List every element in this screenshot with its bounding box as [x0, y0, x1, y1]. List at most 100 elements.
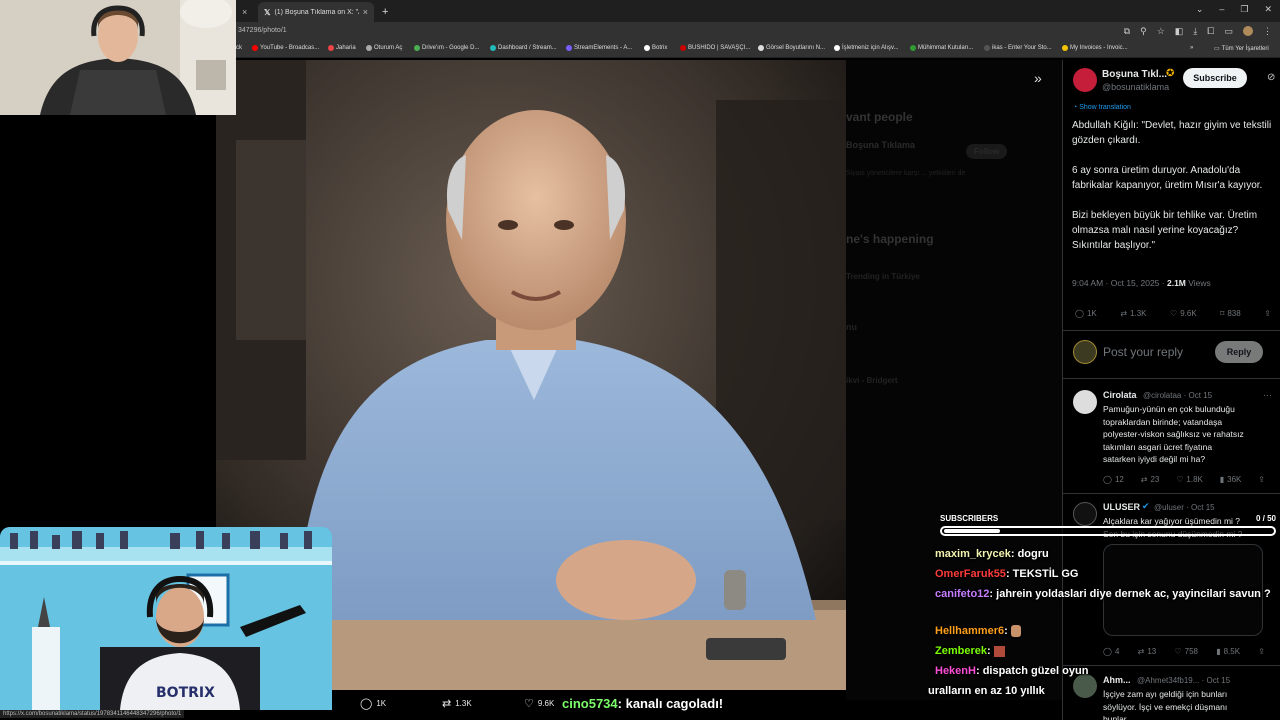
tweet-meta: 9:04 AM · Oct 15, 2025 · 2.1M Views — [1072, 278, 1211, 288]
subscribers-count: 0 / 50 — [1255, 514, 1276, 523]
reply-handle: @cirolataa · Oct 15 — [1143, 391, 1213, 400]
chat-message: uralların en az 10 yıllık — [928, 683, 1268, 700]
chat-username: OmerFaruk55 — [935, 568, 1006, 580]
emote-icon — [1010, 625, 1021, 638]
bookmark-item[interactable]: Drive'ım - Google D... — [414, 45, 480, 51]
cast-icon[interactable]: ⧉ — [1124, 26, 1130, 37]
bookmarks-more-button[interactable]: » — [1190, 45, 1193, 51]
tab-close-icon[interactable]: × — [363, 7, 368, 17]
chevron-down-icon[interactable]: ⌄ — [1196, 4, 1204, 15]
maximize-icon[interactable]: ❐ — [1240, 4, 1248, 15]
comment-icon: ◯ — [1075, 309, 1084, 318]
bookmark-item[interactable]: ck — [236, 45, 242, 51]
tweet-timestamp[interactable]: 9:04 AM · Oct 15, 2025 · — [1072, 278, 1165, 288]
views-action[interactable]: ▮ 36K — [1220, 475, 1242, 484]
retweet-icon: ⇄ — [442, 698, 452, 710]
retweet-action[interactable]: ⇄ 1.3K — [442, 697, 472, 710]
folder-icon: ▭ — [1214, 46, 1220, 52]
chat-text: : dispatch güzel oyun — [975, 665, 1089, 677]
grok-icon[interactable]: ⊘ — [1267, 72, 1275, 83]
emote-icon — [993, 645, 1005, 657]
heart-icon: ♡ — [1176, 475, 1184, 484]
chat-message: maxim_krycek: dogru — [935, 546, 1275, 563]
reply-input[interactable]: Post your reply — [1103, 345, 1183, 359]
zoom-icon[interactable]: ⚲ — [1140, 26, 1147, 37]
subscribers-label: SUBSCRIBERS — [940, 514, 999, 523]
browser-tab-previous[interactable]: × — [236, 2, 256, 22]
collapse-panel-icon[interactable]: » — [1034, 70, 1042, 86]
reply-author[interactable]: Cirolata — [1103, 390, 1137, 400]
chat-username: maxim_krycek — [935, 548, 1011, 560]
like-action[interactable]: ♡ 1.8K — [1176, 475, 1203, 484]
share-icon: ⇪ — [1258, 475, 1265, 484]
tweet-actions: ◯ 1K ⇄ 1.3K ♡ 9.6K ⌑ 838 ⇪ — [1075, 309, 1271, 318]
alert-text: : kanalı cagoladı! — [617, 696, 724, 711]
profile-avatar[interactable] — [1243, 26, 1253, 36]
retweet-action[interactable]: ⇄ 23 — [1141, 475, 1160, 484]
bookmark-item[interactable]: Dashboard / Stream... — [490, 45, 557, 51]
chat-text: : — [986, 645, 991, 657]
all-bookmarks-folder[interactable]: ▭ Tüm Yer İşaretleri — [1214, 45, 1269, 53]
divider — [1063, 493, 1280, 494]
browser-tab-active[interactable]: 𝕏 (1) Boşuna Tıklama on X: "Abdu × — [258, 2, 374, 22]
bookmark-item[interactable]: BUSHIDO | SAVAŞÇI... — [680, 45, 750, 51]
puzzle-icon[interactable]: ⧠ — [1207, 26, 1214, 37]
dim-text: Boşuna Tıklama — [846, 140, 916, 150]
star-icon[interactable]: ☆ — [1157, 26, 1165, 37]
bookmark-icon: ⌑ — [1220, 309, 1225, 318]
chat-message: canifeto12: jahrein yoldaslari diye dern… — [935, 586, 1275, 603]
bookmark-item[interactable]: StreamElements - A... — [566, 45, 632, 51]
views-label: Views — [1188, 278, 1211, 288]
reply-author[interactable]: ULUSER — [1103, 502, 1140, 512]
svg-text:BOTRIX: BOTRIX — [156, 685, 215, 701]
menu-kebab-icon[interactable]: ⋮ — [1263, 26, 1272, 37]
chat-message: Hellhammer6: — [935, 623, 1275, 640]
bookmarks-bar: ck YouTube - Broadcas... Jaharia Oturum … — [236, 42, 1280, 58]
webcam-guest — [0, 0, 236, 115]
bookmark-item[interactable]: ikas - Enter Your Sto... — [984, 45, 1052, 51]
bookmark-item[interactable]: Jaharia — [328, 45, 356, 51]
share-action[interactable]: ⇪ — [1258, 475, 1265, 484]
like-action[interactable]: ♡ 9.6K — [1170, 309, 1197, 318]
bookmark-item[interactable]: YouTube - Broadcas... — [252, 45, 319, 51]
author-name[interactable]: Boşuna Tıkl... — [1102, 69, 1167, 80]
chart-icon: ▮ — [1219, 475, 1225, 484]
dim-text: ikvi - Bridgert — [846, 376, 898, 385]
extension-icon[interactable]: ◧ — [1175, 26, 1184, 37]
retweet-icon: ⇄ — [1140, 475, 1148, 484]
dim-heading: vant people — [846, 110, 913, 124]
view-count: 2.1M — [1166, 278, 1186, 288]
share-action[interactable]: ⇪ — [1264, 309, 1271, 318]
new-tab-button[interactable]: + — [376, 2, 394, 22]
address-bar[interactable]: 347296/photo/1 ⧉ ⚲ ☆ ◧ ⤓ ⧠ ▭ ⋮ — [236, 22, 1280, 42]
close-window-icon[interactable]: ✕ — [1264, 4, 1272, 15]
bookmark-item[interactable]: My Invoices - Invoic... — [1062, 45, 1128, 51]
author-avatar[interactable] — [1073, 68, 1097, 92]
chat-username: Hellhammer6 — [935, 625, 1005, 637]
subscribe-button[interactable]: Subscribe — [1183, 68, 1247, 88]
bookmark-action[interactable]: ⌑ 838 — [1220, 309, 1240, 318]
bookmark-item[interactable]: Oturum Aç — [366, 45, 402, 51]
reply-action[interactable]: ◯ 1K — [1075, 309, 1097, 318]
reply-action[interactable]: ◯ 12 — [1103, 475, 1124, 484]
tab-close-icon[interactable]: × — [242, 7, 247, 17]
reply-avatar[interactable] — [1073, 390, 1097, 414]
comment-icon: ◯ — [1103, 475, 1112, 484]
bookmark-item[interactable]: Mühimmat Kutuları... — [910, 45, 973, 51]
show-translation-link[interactable]: ◔ Show translation — [1073, 104, 1131, 111]
bookmark-item[interactable]: Botrix — [644, 45, 667, 51]
like-action[interactable]: ♡ 9.6K — [524, 697, 554, 710]
more-icon[interactable]: ··· — [1263, 390, 1272, 400]
download-icon[interactable]: ⤓ — [1193, 26, 1197, 37]
bookmark-item[interactable]: İşletmeniz için Alışv... — [834, 45, 899, 51]
reply-button[interactable]: Reply — [1215, 341, 1263, 363]
bookmark-item[interactable]: Görsel Boyutlarını N... — [758, 45, 825, 51]
author-handle[interactable]: @bosunatiklama — [1102, 82, 1169, 92]
reply-action[interactable]: ◯ 1K — [360, 697, 386, 710]
url-text[interactable]: 347296/photo/1 — [238, 27, 287, 34]
sidebar-icon[interactable]: ▭ — [1224, 26, 1233, 37]
minimize-icon[interactable]: – — [1219, 4, 1224, 15]
dim-text: nu — [846, 322, 857, 332]
retweet-action[interactable]: ⇄ 1.3K — [1120, 309, 1146, 318]
tweet-text: Abdullah Kiğılı: "Devlet, hazır giyim ve… — [1072, 120, 1272, 251]
